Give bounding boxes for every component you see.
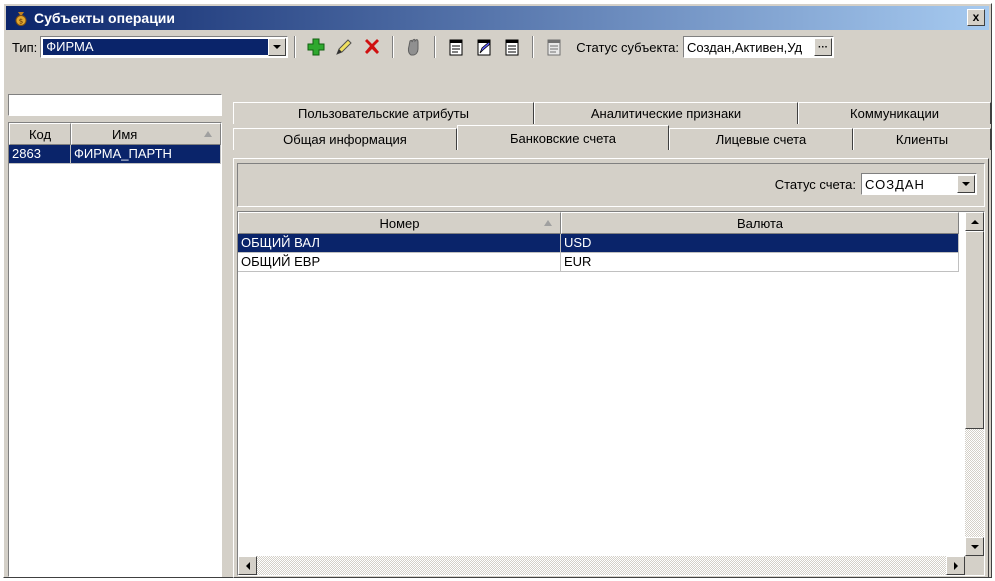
window-title: Субъекты операции [34,10,176,26]
row-code: 2863 [9,145,71,164]
tab-clients[interactable]: Клиенты [853,128,991,150]
tab-user-attributes[interactable]: Пользовательские атрибуты [233,102,534,124]
scroll-up-button[interactable] [965,212,984,231]
row-name: ФИРМА_ПАРТН [71,145,221,164]
tab-communications[interactable]: Коммуникации [798,102,991,124]
svg-text:$: $ [19,18,23,26]
column-number[interactable]: Номер [238,212,561,234]
tab-row-1: Пользовательские атрибуты Аналитические … [233,102,991,124]
type-label: Тип: [12,39,38,55]
doc-edit-icon[interactable] [472,35,496,59]
sort-ascending-icon [204,131,212,137]
detail-panel: Пользовательские атрибуты Аналитические … [229,94,991,579]
subject-status-value: Создан,Активен,Уд [687,39,803,55]
chevron-down-icon[interactable] [957,175,975,193]
moneybag-icon: $ [12,9,30,27]
account-number: ОБЩИЙ ЕВР [238,253,561,272]
title-bar: $ Субъекты операции x [6,6,989,30]
account-status-label: Статус счета: [774,177,856,192]
subject-status-field[interactable]: Создан,Активен,Уд ··· [683,36,835,58]
account-currency: EUR [561,253,959,272]
table-row[interactable]: 2863 ФИРМА_ПАРТН [9,145,221,164]
subjects-grid-header: Код Имя [9,123,221,145]
subjects-window: $ Субъекты операции x Тип: ФИРМА Статус … [3,3,992,578]
close-button[interactable]: x [967,9,985,26]
doc-icon[interactable] [444,35,468,59]
account-number: ОБЩИЙ ВАЛ [238,234,561,253]
tab-row-2: Общая информация Банковские счета Лицевы… [233,125,991,150]
subject-status-label: Статус субъекта: [576,39,680,55]
column-number-label: Номер [379,215,420,231]
tab-analytic-features[interactable]: Аналитические признаки [534,102,798,124]
chevron-down-icon[interactable] [268,38,287,56]
account-currency: USD [561,234,959,253]
type-select[interactable]: ФИРМА [40,36,289,58]
toolbar-separator [294,36,297,58]
table-row[interactable]: ОБЩИЙ ЕВР EUR [238,253,959,272]
column-code[interactable]: Код [9,123,71,145]
vertical-scroll-thumb[interactable] [965,231,984,429]
tab-general-info[interactable]: Общая информация [233,128,457,150]
type-value: ФИРМА [43,39,269,55]
sort-ascending-icon [544,220,552,226]
account-status-value: СОЗДАН [865,176,925,192]
ellipsis-button[interactable]: ··· [814,38,833,56]
toolbar: Тип: ФИРМА Статус субъекта: Создан,Актив… [6,32,989,62]
scroll-right-button[interactable] [946,556,965,575]
add-icon[interactable] [304,35,328,59]
column-currency[interactable]: Валюта [561,212,959,234]
hand-icon[interactable] [402,35,426,59]
scroll-left-button[interactable] [238,556,257,575]
subjects-grid: Код Имя 2863 ФИРМА_ПАРТН [8,122,222,577]
scroll-corner [965,556,984,575]
toolbar-separator [392,36,395,58]
edit-icon[interactable] [332,35,356,59]
accounts-rows: ОБЩИЙ ВАЛ USD ОБЩИЙ ЕВР EUR [238,234,959,272]
column-name-label: Имя [112,126,138,142]
subject-search-input[interactable] [8,94,222,116]
table-row[interactable]: ОБЩИЙ ВАЛ USD [238,234,959,253]
account-status-select[interactable]: СОЗДАН [861,173,977,195]
column-name[interactable]: Имя [71,123,221,145]
scroll-down-button[interactable] [965,537,984,556]
vertical-scrollbar[interactable] [965,212,984,556]
horizontal-scrollbar[interactable] [238,556,965,575]
account-status-bar: Статус счета: СОЗДАН [237,163,985,207]
doc-icon[interactable] [542,35,566,59]
accounts-grid-header: Номер Валюта [238,212,959,234]
toolbar-separator [532,36,535,58]
tab-bank-accounts[interactable]: Банковские счета [457,125,669,150]
doc-list-icon[interactable] [500,35,524,59]
tab-personal-accounts[interactable]: Лицевые счета [669,128,853,150]
accounts-grid: Номер Валюта ОБЩИЙ ВАЛ USD ОБЩИЙ ЕВР EUR [237,211,985,576]
bank-accounts-page: Статус счета: СОЗДАН Номер Валюта ОБЩИЙ [233,158,989,578]
toolbar-separator [434,36,437,58]
delete-icon[interactable] [360,35,384,59]
